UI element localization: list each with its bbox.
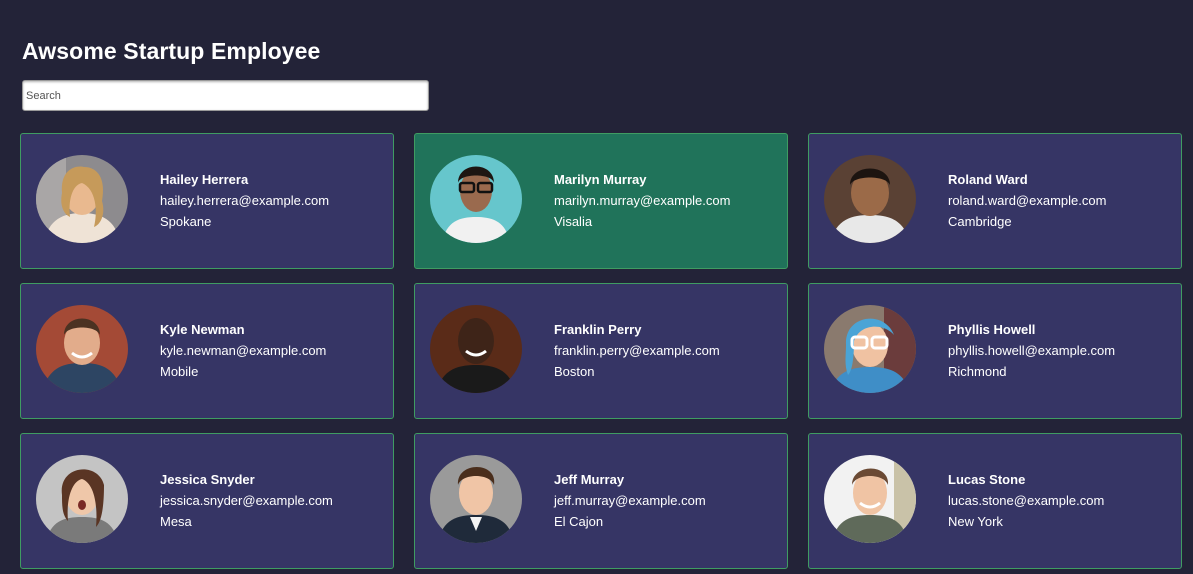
employee-info: Lucas Stone lucas.stone@example.com New …: [948, 472, 1104, 530]
avatar: [430, 155, 522, 243]
employee-name: Franklin Perry: [554, 322, 642, 337]
employee-email: hailey.herrera@example.com: [160, 193, 330, 208]
employee-card[interactable]: Kyle Newman kyle.newman@example.com Mobi…: [20, 283, 394, 419]
avatar: [430, 455, 522, 543]
search-input[interactable]: [22, 80, 429, 111]
avatar: [36, 455, 128, 543]
employee-email: jessica.snyder@example.com: [160, 493, 333, 508]
employee-info: Franklin Perry franklin.perry@example.co…: [554, 322, 720, 380]
employee-email: lucas.stone@example.com: [948, 493, 1105, 508]
employee-card[interactable]: Phyllis Howell phyllis.howell@example.co…: [808, 283, 1182, 419]
employee-city: Cambridge: [948, 214, 1012, 229]
employee-info: Kyle Newman kyle.newman@example.com Mobi…: [160, 322, 326, 380]
employee-info: Roland Ward roland.ward@example.com Camb…: [948, 172, 1106, 230]
employee-name: Phyllis Howell: [948, 322, 1036, 337]
employee-card[interactable]: Jeff Murray jeff.murray@example.com El C…: [414, 433, 788, 569]
employee-info: Jeff Murray jeff.murray@example.com El C…: [554, 472, 706, 530]
avatar: [824, 305, 916, 393]
employee-card[interactable]: Jessica Snyder jessica.snyder@example.co…: [20, 433, 394, 569]
employee-email: roland.ward@example.com: [948, 193, 1107, 208]
employee-card[interactable]: Hailey Herrera hailey.herrera@example.co…: [20, 133, 394, 269]
avatar: [36, 155, 128, 243]
employee-name: Lucas Stone: [948, 472, 1026, 487]
employee-city: Visalia: [554, 214, 593, 229]
employee-name: Jeff Murray: [554, 472, 625, 487]
employee-name: Marilyn Murray: [554, 172, 647, 187]
employee-card[interactable]: Lucas Stone lucas.stone@example.com New …: [808, 433, 1182, 569]
avatar: [824, 455, 916, 543]
employee-city: Spokane: [160, 214, 212, 229]
employee-email: marilyn.murray@example.com: [554, 193, 731, 208]
employee-city: El Cajon: [554, 514, 604, 529]
employee-grid: Hailey Herrera hailey.herrera@example.co…: [20, 133, 1182, 569]
employee-email: kyle.newman@example.com: [160, 343, 327, 358]
employee-email: phyllis.howell@example.com: [948, 343, 1116, 358]
employee-info: Marilyn Murray marilyn.murray@example.co…: [554, 172, 730, 230]
employee-name: Roland Ward: [948, 172, 1028, 187]
avatar: [36, 305, 128, 393]
employee-info: Jessica Snyder jessica.snyder@example.co…: [160, 472, 333, 530]
employee-city: New York: [948, 514, 1003, 529]
avatar: [824, 155, 916, 243]
employee-name: Hailey Herrera: [160, 172, 249, 187]
employee-city: Richmond: [948, 364, 1007, 379]
avatar: [430, 305, 522, 393]
employee-name: Jessica Snyder: [160, 472, 255, 487]
employee-name: Kyle Newman: [160, 322, 245, 337]
page-title: Awsome Startup Employee: [22, 38, 321, 64]
employee-city: Boston: [554, 364, 595, 379]
employee-email: jeff.murray@example.com: [554, 493, 706, 508]
employee-card[interactable]: Marilyn Murray marilyn.murray@example.co…: [414, 133, 788, 269]
employee-city: Mesa: [160, 514, 192, 529]
employee-info: Hailey Herrera hailey.herrera@example.co…: [160, 172, 329, 230]
employee-city: Mobile: [160, 364, 199, 379]
employee-card[interactable]: Franklin Perry franklin.perry@example.co…: [414, 283, 788, 419]
employee-email: franklin.perry@example.com: [554, 343, 720, 358]
employee-info: Phyllis Howell phyllis.howell@example.co…: [948, 322, 1115, 380]
employee-card[interactable]: Roland Ward roland.ward@example.com Camb…: [808, 133, 1182, 269]
